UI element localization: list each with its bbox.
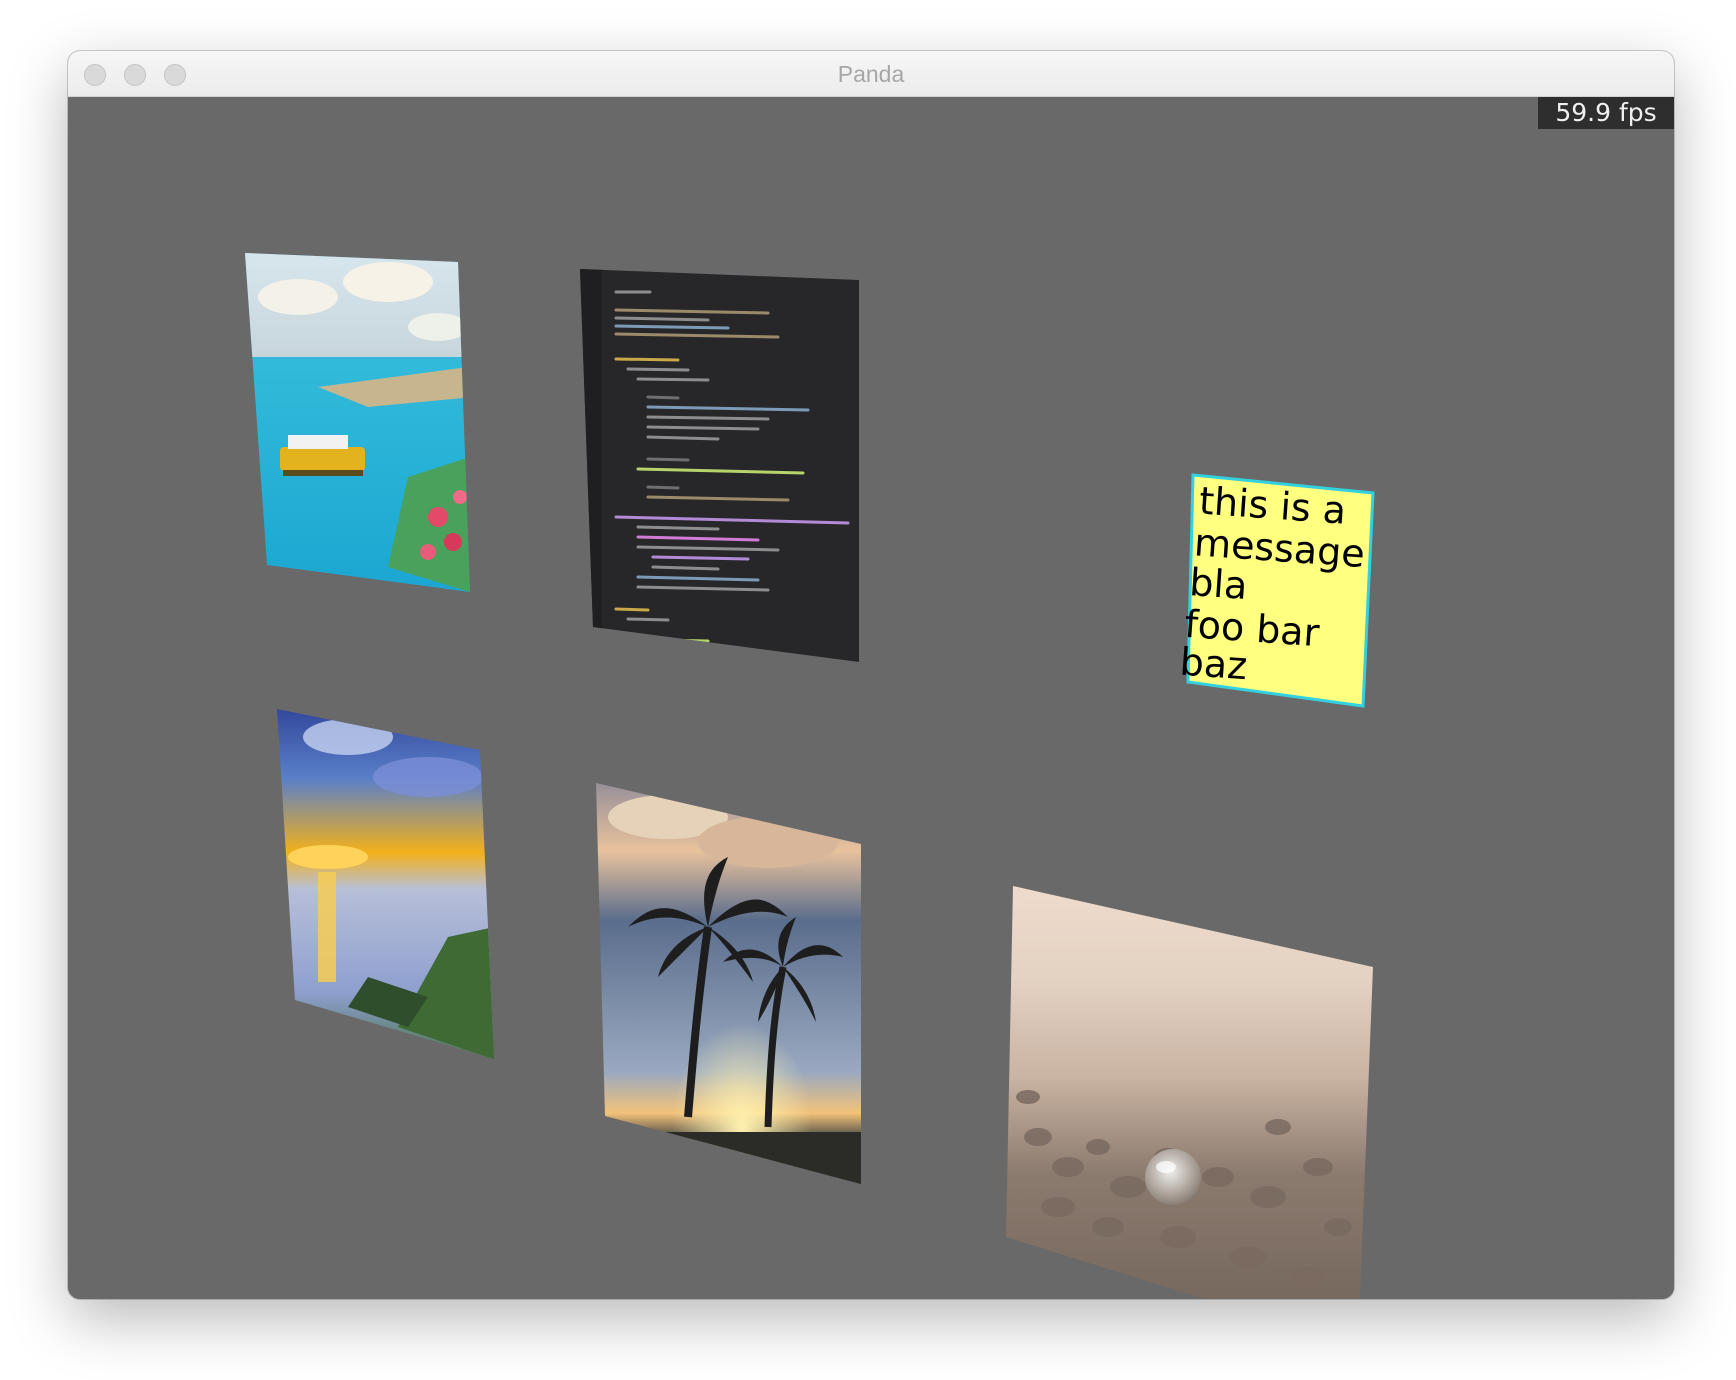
sticky-note[interactable]: this is a message bla foo bar baz: [1178, 473, 1375, 708]
panda-window: Panda this is a message bla foo bar baz …: [68, 51, 1674, 1299]
card-palm-trees-photo[interactable]: [588, 777, 868, 1192]
title-bar[interactable]: Panda: [68, 51, 1674, 97]
card-code-screenshot[interactable]: [573, 262, 863, 669]
3d-viewport[interactable]: this is a message bla foo bar baz 59.9 f…: [68, 97, 1674, 1299]
card-harbor-photo[interactable]: [238, 247, 478, 597]
note-line-3: bla: [1188, 560, 1249, 608]
card-sunset-photo[interactable]: [268, 697, 498, 1067]
window-title: Panda: [837, 61, 905, 87]
card-pebbles-photo[interactable]: [998, 877, 1378, 1299]
scene-canvas[interactable]: this is a message bla foo bar baz: [68, 97, 1674, 1299]
fps-counter: 59.9 fps: [1538, 97, 1674, 129]
note-line-5: baz: [1178, 640, 1248, 689]
